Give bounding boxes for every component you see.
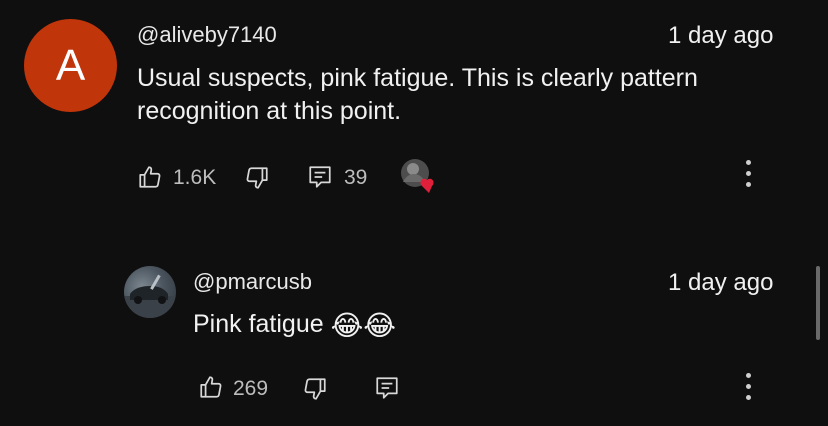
dislike-icon [302,376,328,402]
reply-text-line: Pink fatigue 😂😂 [193,308,396,341]
reply-button[interactable] [307,164,333,190]
like-icon [137,164,163,190]
reply-like-count: 269 [233,377,269,400]
avatar-letter: A [55,40,86,90]
like-count: 1.6K [173,166,217,189]
scrollbar[interactable] [816,266,820,340]
laughing-emoji-icon: 😂😂 [330,310,397,341]
reply-icon [307,164,333,190]
reply-like-button[interactable] [198,374,224,400]
like-icon [198,374,224,400]
comment-timestamp: 1 day ago [668,22,774,49]
comment-text: Usual suspects, pink fatigue. This is cl… [137,64,698,125]
avatar[interactable]: A [24,19,117,112]
reply-count[interactable]: 39 [344,166,367,190]
reply-reply-button[interactable] [374,375,400,401]
reply-icon [374,375,400,401]
more-icon [745,160,751,165]
reply-avatar[interactable] [124,266,176,318]
more-icon [745,373,751,378]
reply-more-button[interactable] [742,373,754,400]
reply-author[interactable]: @pmarcusb [193,269,312,295]
dislike-icon [244,165,270,191]
like-button[interactable] [137,164,163,190]
reply-timestamp: 1 day ago [668,269,774,296]
dislike-button[interactable] [244,165,270,191]
reply-dislike-button[interactable] [302,376,328,402]
comment-more-button[interactable] [742,160,754,187]
reply-text: Pink fatigue [193,310,324,338]
creator-heart-icon [420,178,434,193]
comment-author[interactable]: @aliveby7140 [137,22,277,48]
creator-heart [400,158,438,194]
